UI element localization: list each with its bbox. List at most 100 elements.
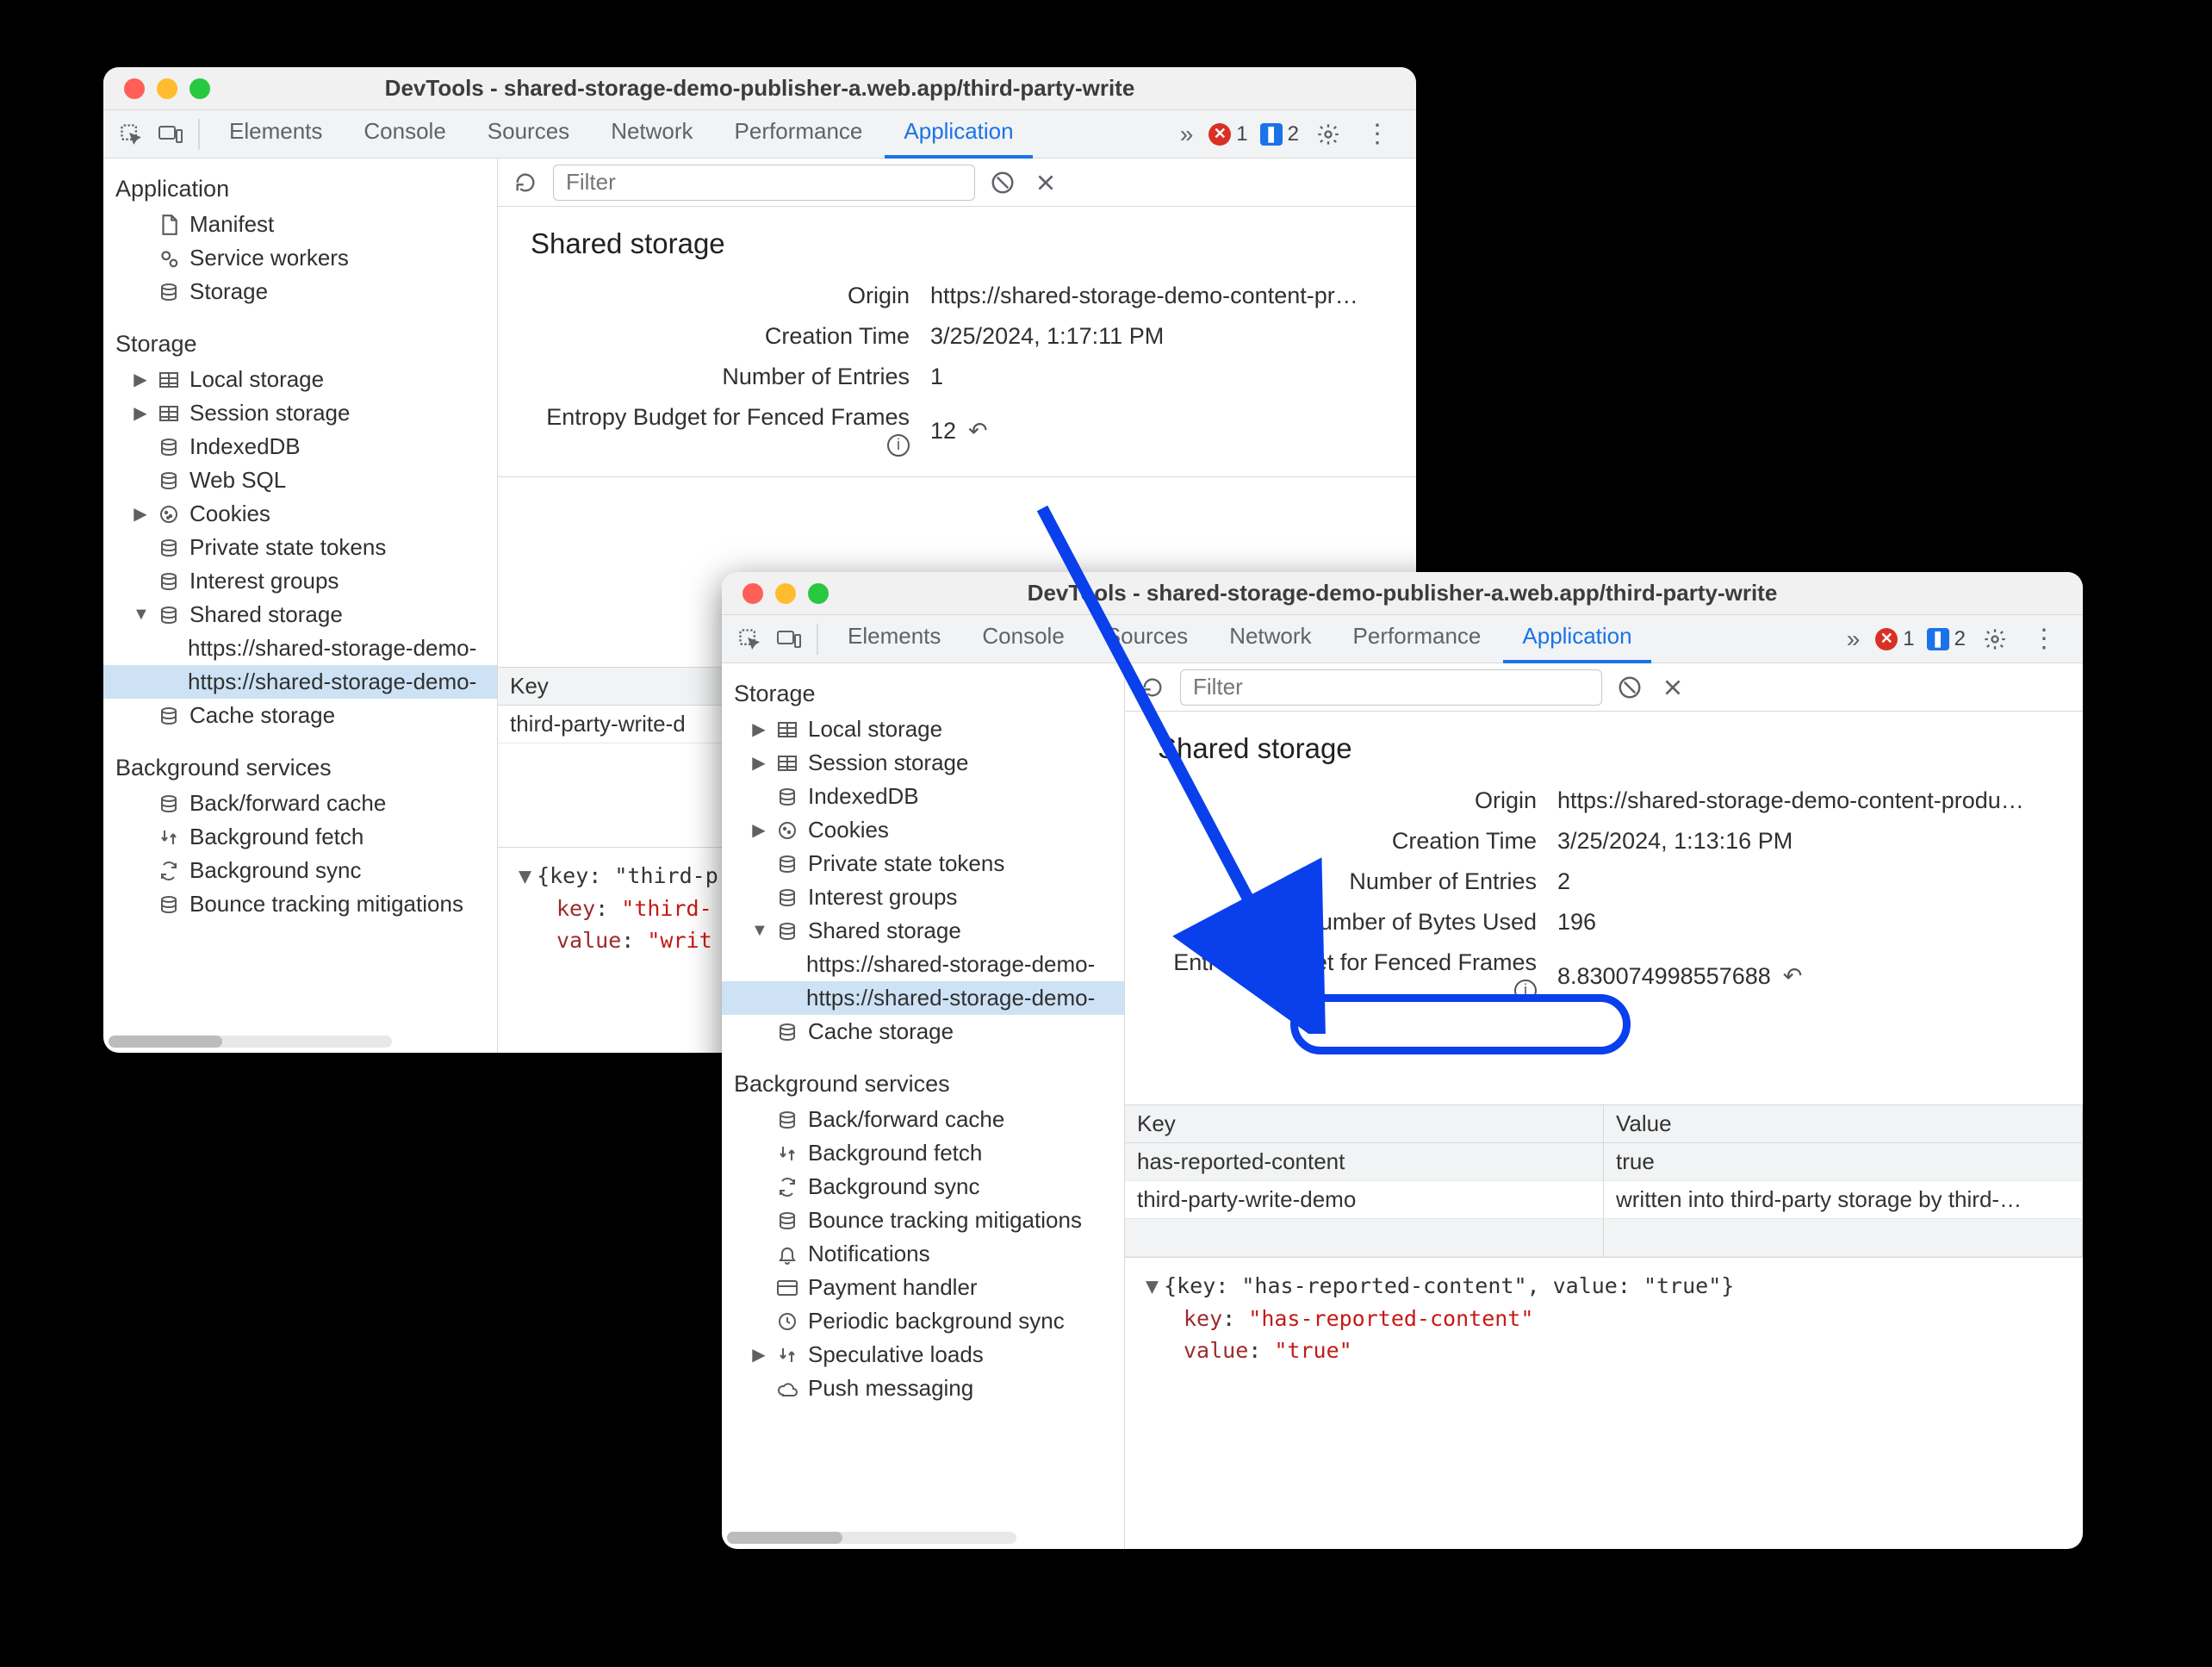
sidebar-item-bounce[interactable]: ▶Bounce tracking mitigations [722, 1204, 1124, 1237]
table-cell[interactable]: third-party-write-demo [1125, 1181, 1604, 1219]
tab-application[interactable]: Application [885, 109, 1032, 159]
more-tabs-icon[interactable]: » [1170, 121, 1204, 148]
sidebar-item-session-storage[interactable]: ▶Session storage [103, 396, 497, 430]
kebab-menu-icon[interactable]: ⋮ [2024, 624, 2064, 654]
tab-sources[interactable]: Sources [1087, 614, 1207, 663]
sidebar-item-interest-groups[interactable]: ▶Interest groups [722, 880, 1124, 914]
status-badges: ✕1 ❚2 ⋮ [1875, 622, 2072, 656]
sidebar-item-bg-sync[interactable]: ▶Background sync [103, 854, 497, 887]
filter-input[interactable] [553, 165, 975, 201]
tab-performance[interactable]: Performance [1334, 614, 1501, 663]
sidebar-item-local-storage[interactable]: ▶Local storage [103, 363, 497, 396]
sidebar-item-push[interactable]: ▶Push messaging [722, 1372, 1124, 1405]
close-icon[interactable] [1657, 672, 1688, 703]
sidebar-scrollbar[interactable] [109, 1036, 392, 1048]
sidebar-item-bfcache[interactable]: ▶Back/forward cache [103, 787, 497, 820]
expand-icon[interactable]: ▶ [751, 819, 767, 841]
sidebar-item-storage[interactable]: ▶Storage [103, 275, 497, 308]
label: https://shared-storage-demo- [806, 985, 1095, 1011]
sidebar-item-service-workers[interactable]: ▶Service workers [103, 241, 497, 275]
tab-elements[interactable]: Elements [210, 109, 341, 159]
tab-network[interactable]: Network [592, 109, 711, 159]
expand-icon[interactable]: ▶ [133, 369, 148, 390]
filter-input[interactable] [1180, 669, 1602, 706]
sidebar-item-interest-groups[interactable]: ▶Interest groups [103, 564, 497, 598]
sidebar-item-session-storage[interactable]: ▶Session storage [722, 746, 1124, 780]
expand-icon[interactable]: ▶ [751, 718, 767, 740]
refresh-icon[interactable] [1137, 672, 1168, 703]
sidebar-scrollbar[interactable] [727, 1532, 1016, 1544]
sidebar-item-cache-storage[interactable]: ▶Cache storage [722, 1015, 1124, 1048]
expand-icon[interactable]: ▶ [133, 503, 148, 525]
tab-elements[interactable]: Elements [829, 614, 960, 663]
tab-network[interactable]: Network [1210, 614, 1330, 663]
inspect-icon[interactable] [114, 117, 148, 152]
sidebar-item-shared-storage[interactable]: ▼Shared storage [722, 914, 1124, 948]
sidebar-item-cookies[interactable]: ▶Cookies [722, 813, 1124, 847]
sidebar-item-indexeddb[interactable]: ▶IndexedDB [722, 780, 1124, 813]
clear-icon[interactable] [1614, 672, 1645, 703]
sidebar-item-shared-origin-1[interactable]: https://shared-storage-demo- [722, 948, 1124, 981]
tab-application[interactable]: Application [1503, 614, 1650, 663]
collapse-icon[interactable]: ▼ [519, 860, 531, 893]
column-value[interactable]: Value [1604, 1105, 2083, 1143]
undo-icon[interactable]: ↶ [1783, 963, 1803, 989]
tab-console[interactable]: Console [345, 109, 464, 159]
sidebar-item-bounce[interactable]: ▶Bounce tracking mitigations [103, 887, 497, 921]
storage-table: Key has-reported-content third-party-wri… [1125, 1104, 2083, 1257]
sidebar-item-bg-sync[interactable]: ▶Background sync [722, 1170, 1124, 1204]
sidebar-item-shared-origin-2[interactable]: https://shared-storage-demo- [722, 981, 1124, 1015]
errors-badge[interactable]: ✕ 1 [1209, 122, 1247, 146]
collapse-icon[interactable]: ▼ [133, 605, 148, 625]
expand-icon[interactable]: ▶ [751, 752, 767, 774]
info-badge[interactable]: ❚ 2 [1260, 122, 1299, 146]
table-cell[interactable]: written into third-party storage by thir… [1604, 1181, 2083, 1219]
tab-sources[interactable]: Sources [469, 109, 588, 159]
sidebar-item-private-tokens[interactable]: ▶Private state tokens [103, 531, 497, 564]
sidebar-item-shared-origin-1[interactable]: https://shared-storage-demo- [103, 631, 497, 665]
column-key[interactable]: Key [1125, 1105, 1604, 1143]
sidebar-item-bfcache[interactable]: ▶Back/forward cache [722, 1103, 1124, 1136]
info-icon[interactable]: i [1514, 980, 1537, 1002]
kebab-menu-icon[interactable]: ⋮ [1358, 119, 1397, 149]
refresh-icon[interactable] [510, 167, 541, 198]
obj-row: value: "true" [1184, 1334, 2062, 1367]
sidebar-item-payment[interactable]: ▶Payment handler [722, 1271, 1124, 1304]
table-cell[interactable]: has-reported-content [1125, 1143, 1604, 1181]
sidebar-item-notifications[interactable]: ▶Notifications [722, 1237, 1124, 1271]
db-icon [157, 470, 181, 491]
sidebar-item-cookies[interactable]: ▶Cookies [103, 497, 497, 531]
errors-badge[interactable]: ✕1 [1875, 627, 1914, 651]
sidebar-item-manifest[interactable]: ▶Manifest [103, 208, 497, 241]
sidebar-item-periodic-sync[interactable]: ▶Periodic background sync [722, 1304, 1124, 1338]
device-icon[interactable] [153, 117, 188, 152]
collapse-icon[interactable]: ▼ [1146, 1270, 1159, 1303]
more-tabs-icon[interactable]: » [1836, 625, 1871, 653]
sidebar-item-cache-storage[interactable]: ▶Cache storage [103, 699, 497, 732]
device-icon[interactable] [772, 622, 806, 656]
collapse-icon[interactable]: ▼ [751, 921, 767, 941]
close-icon[interactable] [1030, 167, 1061, 198]
sidebar-item-websql[interactable]: ▶Web SQL [103, 463, 497, 497]
info-icon[interactable]: i [887, 434, 910, 457]
tab-console[interactable]: Console [963, 614, 1083, 663]
clear-icon[interactable] [987, 167, 1018, 198]
sidebar-item-speculative[interactable]: ▶Speculative loads [722, 1338, 1124, 1372]
sidebar-item-bg-fetch[interactable]: ▶Background fetch [103, 820, 497, 854]
inspect-icon[interactable] [732, 622, 767, 656]
sidebar-item-local-storage[interactable]: ▶Local storage [722, 712, 1124, 746]
tab-performance[interactable]: Performance [716, 109, 882, 159]
sidebar-item-private-tokens[interactable]: ▶Private state tokens [722, 847, 1124, 880]
settings-gear-icon[interactable] [1311, 117, 1345, 152]
clock-icon [775, 1311, 799, 1332]
table-cell[interactable]: true [1604, 1143, 2083, 1181]
sidebar-item-bg-fetch[interactable]: ▶Background fetch [722, 1136, 1124, 1170]
sidebar-item-indexeddb[interactable]: ▶IndexedDB [103, 430, 497, 463]
settings-gear-icon[interactable] [1978, 622, 2012, 656]
undo-icon[interactable]: ↶ [968, 418, 988, 444]
info-badge[interactable]: ❚2 [1927, 627, 1966, 651]
sidebar-item-shared-origin-2[interactable]: https://shared-storage-demo- [103, 665, 497, 699]
expand-icon[interactable]: ▶ [133, 402, 148, 424]
expand-icon[interactable]: ▶ [751, 1344, 767, 1365]
sidebar-item-shared-storage[interactable]: ▼Shared storage [103, 598, 497, 631]
